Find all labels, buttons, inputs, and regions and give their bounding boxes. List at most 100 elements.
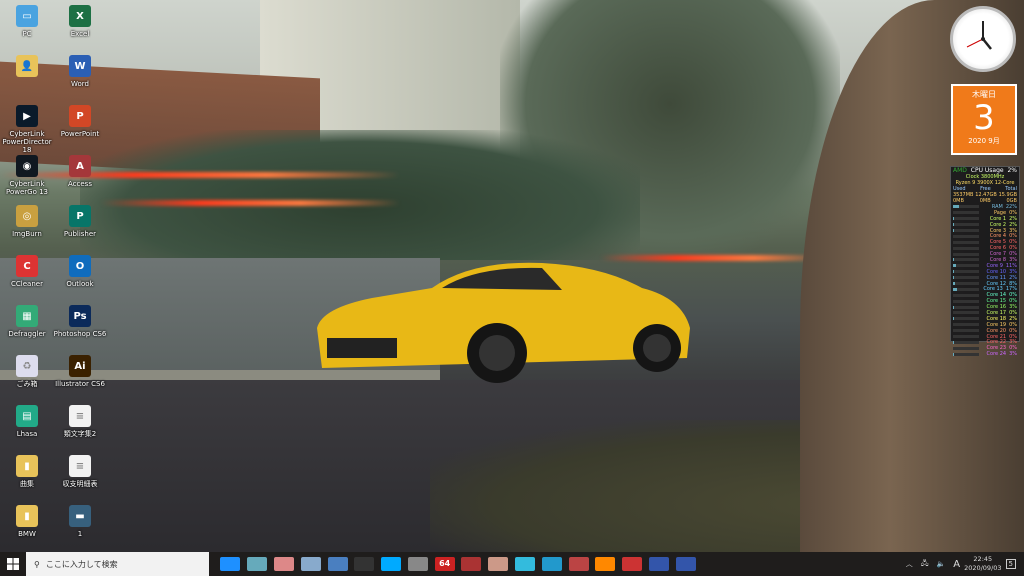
desktop-icon-label: Publisher [63, 230, 97, 238]
cinema4d-2-icon[interactable] [675, 557, 696, 571]
usage-bar [953, 335, 979, 339]
app-red-icon[interactable] [461, 557, 482, 571]
app-chart-icon[interactable] [541, 557, 562, 571]
desktop-icon[interactable]: ♻ ごみ箱 [0, 355, 54, 388]
app-rotate-icon[interactable] [622, 557, 643, 571]
chevron-up-icon[interactable]: ︿ [906, 559, 913, 569]
desktop-icon-label: ImgBurn [12, 230, 42, 238]
usage-bar [953, 234, 979, 238]
clock-time: 22:45 [973, 555, 993, 563]
desktop-icon[interactable]: ▦ Defraggler [0, 305, 54, 338]
ごみ箱-icon: ♻ [16, 355, 38, 377]
usage-bar [953, 276, 979, 280]
desktop-icon[interactable]: ▭ PC [0, 5, 54, 38]
blender-icon[interactable] [595, 557, 616, 571]
desktop-icon-label: CCleaner [11, 280, 43, 288]
app-snow-icon[interactable] [514, 557, 535, 571]
amd-logo: AMD [953, 167, 967, 174]
ccleaner-icon: C [16, 255, 38, 277]
yellow-car [317, 262, 690, 383]
desktop-icon[interactable]: ≡ 類文字集2 [53, 405, 107, 438]
imgburn-icon: ◎ [16, 205, 38, 227]
app-blue-icon[interactable] [247, 557, 268, 571]
desktop-icon[interactable]: Ai Illustrator CS6 [53, 355, 107, 388]
desktop-icon[interactable]: A Access [53, 155, 107, 188]
ime-indicator[interactable]: A [953, 559, 960, 570]
desktop-icon[interactable]: ▬ 1 [53, 505, 107, 538]
desktop-icon-label: Photoshop CS6 [53, 330, 107, 338]
search-box[interactable]: ⚲ ここに入力して検索 [26, 552, 209, 576]
desktop-icon-label: 類文字集2 [63, 430, 97, 438]
desktop-icon[interactable]: ◉ CyberLink PowerGo 13 [0, 155, 54, 196]
wallpaper-cacti [80, 130, 640, 260]
desktop-icon-label: 収支明細表 [62, 480, 98, 488]
desktop-icon[interactable]: Ps Photoshop CS6 [53, 305, 107, 338]
pinned-apps: 64 [217, 557, 699, 571]
app-face-icon[interactable] [381, 557, 402, 571]
internet-explorer-icon[interactable] [220, 557, 241, 571]
terminal-icon[interactable] [354, 557, 375, 571]
illustrator-cs6-icon: Ai [69, 355, 91, 377]
app-gray-icon[interactable] [407, 557, 428, 571]
volume-icon[interactable]: 🔈 [937, 560, 946, 568]
desktop-icon[interactable]: O Outlook [53, 255, 107, 288]
app-paint-icon[interactable] [273, 557, 294, 571]
page-value: 0MB [953, 198, 964, 204]
usage-bar [953, 223, 979, 227]
desktop-icon[interactable]: X Excel [53, 5, 107, 38]
desktop-icon[interactable]: ▤ Lhasa [0, 405, 54, 438]
defraggler-icon: ▦ [16, 305, 38, 327]
photoshop-cs6-icon: Ps [69, 305, 91, 327]
usage-bar [953, 270, 979, 274]
search-placeholder: ここに入力して検索 [45, 559, 118, 569]
desktop-icon-label: Access [68, 180, 92, 188]
powerpoint-icon: P [69, 105, 91, 127]
desktop-icon[interactable]: P PowerPoint [53, 105, 107, 138]
desktop-icon-label: PowerPoint [60, 130, 100, 138]
app-dragon-icon[interactable] [568, 557, 589, 571]
app-64-icon[interactable]: 64 [434, 557, 455, 571]
lhasa-icon: ▤ [16, 405, 38, 427]
start-button[interactable] [0, 552, 26, 576]
calculator-icon[interactable] [327, 557, 348, 571]
desktop-icon[interactable]: W Word [53, 55, 107, 88]
desktop-icon[interactable]: ▮ BMW [0, 505, 54, 538]
clock-gadget[interactable] [950, 6, 1016, 72]
desktop-icon[interactable]: ◎ ImgBurn [0, 205, 54, 238]
desktop-icon[interactable]: P Publisher [53, 205, 107, 238]
desktop-icon[interactable]: C CCleaner [0, 255, 54, 288]
cpu-row-name: Core 24 [986, 351, 1007, 358]
desktop-icon-label: Lhasa [16, 430, 38, 438]
outlook-icon: O [69, 255, 91, 277]
calendar-gadget[interactable]: 木曜日 3 2020 9月 [951, 84, 1017, 155]
usage-bar [953, 352, 979, 356]
app-avatar-icon[interactable] [488, 557, 509, 571]
clock-face-icon [966, 21, 992, 50]
cpu-meter-gadget[interactable]: AMD CPU Usage 2% Clock 3800MHz Ryzen 9 390… [950, 166, 1020, 357]
usage-bar [953, 311, 979, 315]
clock-date: 2020/09/03 [964, 564, 1002, 572]
desktop-icon-label: Excel [70, 30, 90, 38]
desktop-icon[interactable]: 👤 [0, 55, 54, 80]
light-streak [100, 200, 400, 206]
desktop-icon[interactable]: ▮ 曲集 [0, 455, 54, 488]
usage-bar [953, 346, 979, 350]
desktop-icon-label: Word [71, 80, 89, 88]
desktop-icon-label: BMW [18, 530, 36, 538]
usage-bar [953, 323, 979, 327]
desktop-icon[interactable]: ≡ 収支明細表 [53, 455, 107, 488]
desktop-icon-label: 曲集 [20, 480, 34, 488]
usage-bar [953, 229, 979, 232]
network-icon[interactable]: 🖧 [921, 559, 929, 570]
app-globe-icon[interactable] [300, 557, 321, 571]
access-icon: A [69, 155, 91, 177]
word-icon: W [69, 55, 91, 77]
taskbar-clock[interactable]: 22:45 2020/09/03 [964, 555, 1001, 573]
曲集-icon: ▮ [16, 455, 38, 477]
desktop-icon-label: CyberLink PowerDirector 18 [2, 130, 52, 154]
desktop-icon[interactable]: ▶ CyberLink PowerDirector 18 [0, 105, 54, 154]
desktop-icon-label: 1 [77, 530, 83, 538]
usage-bar [953, 211, 979, 215]
notification-center-icon[interactable]: 5 [1005, 559, 1016, 569]
cinema4d-icon[interactable] [648, 557, 669, 571]
